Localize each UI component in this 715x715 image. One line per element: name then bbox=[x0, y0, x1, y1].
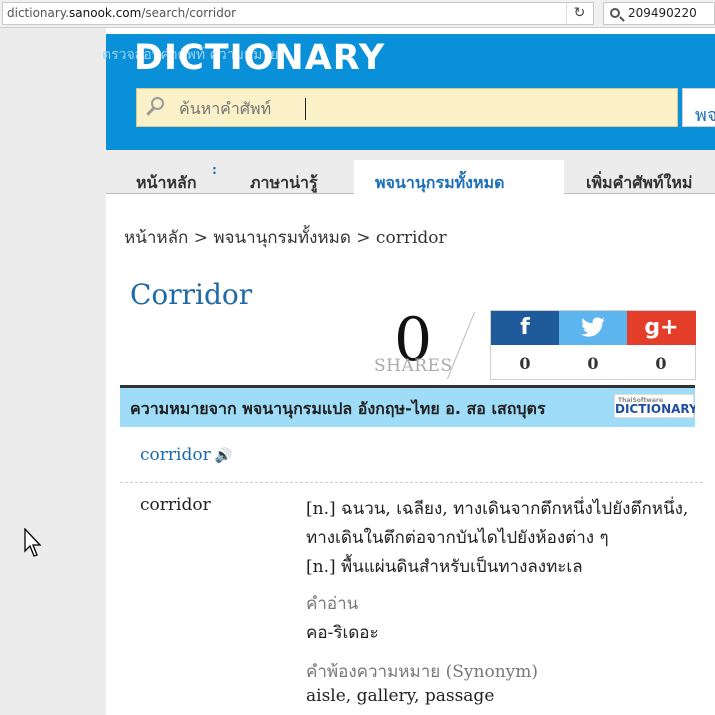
pronunciation-value: คอ-ริเดอะ bbox=[306, 623, 379, 643]
speaker-icon[interactable]: 🔊 bbox=[215, 448, 232, 464]
browser-toolbar: dictionary.sanook.com/search/corridor ↻ … bbox=[0, 0, 715, 28]
google-plus-count: 0 bbox=[655, 354, 667, 373]
nav-item-home[interactable]: : หน้าหลัก bbox=[136, 160, 217, 194]
google-plus-icon: g+ bbox=[644, 315, 679, 340]
share-panel: f g+ 0 0 0 bbox=[490, 310, 696, 380]
nav-item-label: พจนานุกรมทั้งหมด bbox=[375, 173, 505, 192]
nav-item-language[interactable]: ภาษาน่ารู้ bbox=[250, 160, 318, 194]
nav-item-label: หน้าหลัก bbox=[136, 173, 197, 192]
definition-list: [n.] ฉนวน, เฉลียง, ทางเดินจากตึกหนึ่งไปย… bbox=[306, 495, 706, 582]
google-plus-share-button[interactable]: g+ bbox=[627, 311, 696, 345]
site-header: ตรวจสอบคำศัพท์ ความหมาย DICTIONARY พจ bbox=[102, 34, 715, 150]
dictionary-search-input[interactable] bbox=[179, 95, 659, 121]
synonym-value: aisle, gallery, passage bbox=[306, 686, 495, 706]
browser-search-field[interactable]: 209490220 bbox=[603, 2, 715, 25]
facebook-share-button[interactable]: f bbox=[491, 311, 559, 345]
nav-dot: : bbox=[212, 163, 217, 177]
main-nav: : หน้าหลัก ภาษาน่ารู้ พจนานุกรมทั้งหมด เ… bbox=[106, 150, 715, 194]
breadcrumb[interactable]: หน้าหลัก > พจนานุกรมทั้งหมด > corridor bbox=[124, 224, 447, 251]
text-caret bbox=[305, 98, 306, 120]
mouse-cursor-icon bbox=[24, 528, 42, 557]
pronunciation-label: คำอ่าน bbox=[306, 594, 359, 614]
nav-item-label: เพิ่มคำศัพท์ใหม่ bbox=[586, 173, 693, 192]
site-logo[interactable]: DICTIONARY bbox=[134, 38, 385, 78]
twitter-count: 0 bbox=[587, 354, 599, 373]
definition-item: [n.] พื้นแผ่นดินสำหรับเป็นทางลงทะเล bbox=[306, 557, 583, 577]
synonym-label: คำพ้องความหมาย (Synonym) bbox=[306, 662, 538, 682]
divider bbox=[120, 482, 703, 483]
twitter-icon bbox=[581, 317, 605, 337]
left-gutter bbox=[0, 28, 106, 715]
nav-item-label: ภาษาน่ารู้ bbox=[250, 173, 318, 192]
logo-small-text: ThaiSoftware bbox=[618, 397, 664, 404]
nav-item-add-word[interactable]: เพิ่มคำศัพท์ใหม่ bbox=[586, 160, 692, 194]
dictionary-source-logo: ThaiSoftware DICTIONARY bbox=[614, 394, 695, 418]
url-domain: sanook.com bbox=[69, 6, 142, 20]
meaning-source-bar: ความหมายจาก พจนานุกรมแปล อังกฤษ-ไทย อ. ส… bbox=[120, 385, 695, 427]
twitter-share-button[interactable] bbox=[559, 311, 627, 345]
search-icon bbox=[610, 8, 620, 18]
share-divider bbox=[447, 312, 475, 380]
dictionary-search[interactable] bbox=[136, 88, 678, 127]
nav-item-all-dictionaries[interactable]: พจนานุกรมทั้งหมด bbox=[354, 160, 564, 194]
refresh-icon[interactable]: ↻ bbox=[566, 3, 592, 24]
entry-word: corridor bbox=[140, 495, 211, 515]
share-label: SHARES bbox=[374, 356, 453, 376]
headword: corridor bbox=[140, 445, 211, 465]
url-path: /search/corridor bbox=[141, 6, 237, 20]
address-bar[interactable]: dictionary.sanook.com/search/corridor bbox=[2, 2, 594, 25]
page-title: Corridor bbox=[130, 278, 253, 311]
meaning-source-title: ความหมายจาก พจนานุกรมแปล อังกฤษ-ไทย อ. ส… bbox=[130, 399, 546, 418]
headword-link[interactable]: corridor 🔊 bbox=[140, 445, 232, 465]
facebook-count: 0 bbox=[519, 354, 531, 373]
search-icon bbox=[151, 97, 164, 110]
search-button[interactable]: พจ bbox=[682, 88, 715, 127]
main-content: หน้าหลัก > พจนานุกรมทั้งหมด > corridor C… bbox=[106, 206, 715, 715]
url-prefix: dictionary. bbox=[7, 6, 70, 20]
browser-search-value: 209490220 bbox=[628, 6, 697, 20]
facebook-icon: f bbox=[520, 315, 530, 340]
definition-item: [n.] ฉนวน, เฉลียง, ทางเดินจากตึกหนึ่งไปย… bbox=[306, 499, 689, 548]
